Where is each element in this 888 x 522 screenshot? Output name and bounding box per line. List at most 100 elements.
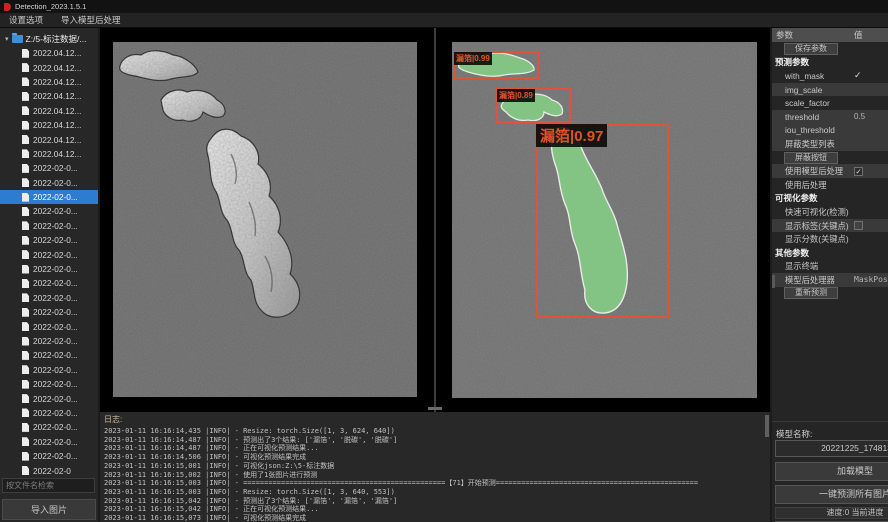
file-icon: [22, 322, 29, 331]
threshold-value[interactable]: 0.5: [854, 112, 888, 121]
tree-item[interactable]: 2022-02-0...: [0, 334, 98, 348]
checkbox-unchecked[interactable]: [854, 221, 863, 230]
param-row-show-terminal[interactable]: 显示终端: [772, 260, 888, 274]
param-row-threshold[interactable]: threshold 0.5: [772, 110, 888, 124]
param-row-with-mask[interactable]: with_mask ✓: [772, 69, 888, 83]
splitter-handle[interactable]: [428, 407, 442, 410]
tree-item[interactable]: 2022-02-0...: [0, 377, 98, 391]
folder-icon: [12, 35, 23, 43]
tree-item[interactable]: 2022-02-0...: [0, 435, 98, 449]
file-icon: [22, 164, 29, 173]
param-row-block-list[interactable]: 屏蔽类型列表: [772, 137, 888, 151]
tree-root[interactable]: ▾ Z:/5-标注数据/...: [0, 31, 98, 46]
tree-item[interactable]: 2022.04.12...: [0, 46, 98, 60]
window-title: Detection_2023.1.5.1: [15, 2, 86, 11]
tree-item-label: 2022.04.12...: [33, 63, 81, 73]
tree-item[interactable]: 2022.04.12...: [0, 147, 98, 161]
file-icon: [22, 106, 29, 115]
log-console[interactable]: 日志: 2023-01-11 16:16:14,435 |INFO| - Res…: [100, 412, 770, 522]
parameters-panel: 参数 值 保存参数 预测参数 with_mask ✓ img_scale sca…: [772, 28, 888, 522]
param-row-show-label[interactable]: 显示标签(关键点): [772, 219, 888, 233]
title-bar: Detection_2023.1.5.1: [0, 0, 888, 13]
file-icon: [22, 408, 29, 417]
param-row-post-processor[interactable]: 模型后处理器 MaskPostPro: [772, 273, 888, 287]
log-scrollbar[interactable]: [765, 415, 769, 437]
search-input[interactable]: [2, 478, 95, 493]
post-processor-value[interactable]: MaskPostPro: [854, 275, 888, 284]
param-row-scale-factor[interactable]: scale_factor: [772, 96, 888, 110]
param-row-fast-vis[interactable]: 快速可视化(检测): [772, 205, 888, 219]
import-images-button[interactable]: 导入图片: [2, 499, 96, 520]
tree-item-label: 2022-02-0...: [33, 178, 78, 188]
tree-item-list: 2022.04.12... 2022.04.12... 2022.04.12..…: [0, 46, 98, 478]
tree-item-label: 2022-02-0...: [33, 379, 78, 389]
prediction-image-panel[interactable]: 漏箔|0.99 漏箔|0.89 漏箔|0.97: [452, 42, 757, 398]
param-row-iou-threshold[interactable]: iou_threshold: [772, 124, 888, 138]
original-image-panel[interactable]: [113, 42, 417, 397]
app-window: Detection_2023.1.5.1 设置选项导入模型后处理 ▾ Z:/5-…: [0, 0, 888, 522]
param-row-use-post[interactable]: 使用后处理: [772, 178, 888, 192]
tree-item[interactable]: 2022-02-0...: [0, 204, 98, 218]
file-icon: [22, 250, 29, 259]
file-icon: [22, 149, 29, 158]
tree-item[interactable]: 2022-02-0...: [0, 219, 98, 233]
file-icon: [22, 423, 29, 432]
tree-item[interactable]: 2022-02-0...: [0, 348, 98, 362]
params-scrollbar[interactable]: [772, 275, 775, 288]
log-line: 2023-01-11 16:16:15,073 |INFO| - 可视化预测结果…: [104, 514, 770, 522]
tree-item[interactable]: 2022.04.12...: [0, 60, 98, 74]
tree-item[interactable]: 2022-02-0...: [0, 291, 98, 305]
tree-item[interactable]: 2022-02-0...: [0, 319, 98, 333]
block-button[interactable]: 屏蔽按钮: [784, 152, 838, 164]
tree-item[interactable]: 2022-02-0...: [0, 247, 98, 261]
file-icon: [22, 178, 29, 187]
checkbox-checked[interactable]: ✓: [854, 167, 863, 176]
save-params-button[interactable]: 保存参数: [784, 43, 838, 55]
file-icon: [22, 279, 29, 288]
menu-item[interactable]: 设置选项: [0, 13, 52, 27]
tree-item[interactable]: 2022.04.12...: [0, 118, 98, 132]
model-name-field[interactable]: 20221225_174813: [775, 440, 888, 457]
tree-item-label: 2022.04.12...: [33, 77, 81, 87]
expand-arrow-icon[interactable]: ▾: [5, 35, 9, 43]
progress-status: 速度:0 当前进度: [775, 507, 888, 519]
tree-item-label: 2022-02-0...: [33, 192, 78, 202]
load-model-button[interactable]: 加载模型: [775, 462, 888, 481]
section-vis-params: 可视化参数: [772, 192, 888, 206]
menu-bar: 设置选项导入模型后处理: [0, 13, 888, 28]
tree-item[interactable]: 2022-02-0...: [0, 190, 98, 204]
file-icon: [22, 351, 29, 360]
tree-item[interactable]: 2022.04.12...: [0, 132, 98, 146]
tree-item[interactable]: 2022-02-0...: [0, 161, 98, 175]
file-icon: [22, 380, 29, 389]
block-button-row: 屏蔽按钮: [772, 151, 888, 165]
tree-item[interactable]: 2022-02-0...: [0, 449, 98, 463]
predict-all-button[interactable]: 一键预测所有图片: [775, 485, 888, 504]
file-icon: [22, 236, 29, 245]
panel-splitter[interactable]: [434, 28, 436, 412]
tree-item[interactable]: 2022-02-0...: [0, 363, 98, 377]
tree-item[interactable]: 2022-02-0...: [0, 406, 98, 420]
tree-item[interactable]: 2022-02-0...: [0, 276, 98, 290]
param-row-img-scale[interactable]: img_scale: [772, 83, 888, 97]
tree-item[interactable]: 2022.04.12...: [0, 75, 98, 89]
param-row-show-score[interactable]: 显示分数(关键点): [772, 232, 888, 246]
tree-item[interactable]: 2022-02-0...: [0, 305, 98, 319]
repredict-button[interactable]: 重新预测: [784, 287, 838, 299]
tree-item[interactable]: 2022-02-0...: [0, 233, 98, 247]
section-predict-params: 预测参数: [772, 56, 888, 70]
param-row-use-model-post[interactable]: 使用模型后处理 ✓: [772, 164, 888, 178]
tree-item[interactable]: 2022-02-0...: [0, 176, 98, 190]
tree-item[interactable]: 2022-02-0...: [0, 420, 98, 434]
file-icon: [22, 63, 29, 72]
tree-item-label: 2022-02-0...: [33, 451, 78, 461]
tree-item[interactable]: 2022-02-0...: [0, 391, 98, 405]
file-icon: [22, 308, 29, 317]
tree-item[interactable]: 2022-02-0: [0, 463, 98, 477]
tree-item[interactable]: 2022.04.12...: [0, 89, 98, 103]
tree-item[interactable]: 2022-02-0...: [0, 262, 98, 276]
menu-item[interactable]: 导入模型后处理: [52, 13, 130, 27]
tree-item[interactable]: 2022.04.12...: [0, 104, 98, 118]
log-line: 2023-01-11 16:16:15,002 |INFO| - 使用了1张图片…: [104, 471, 770, 480]
tree-item-label: 2022-02-0...: [33, 307, 78, 317]
